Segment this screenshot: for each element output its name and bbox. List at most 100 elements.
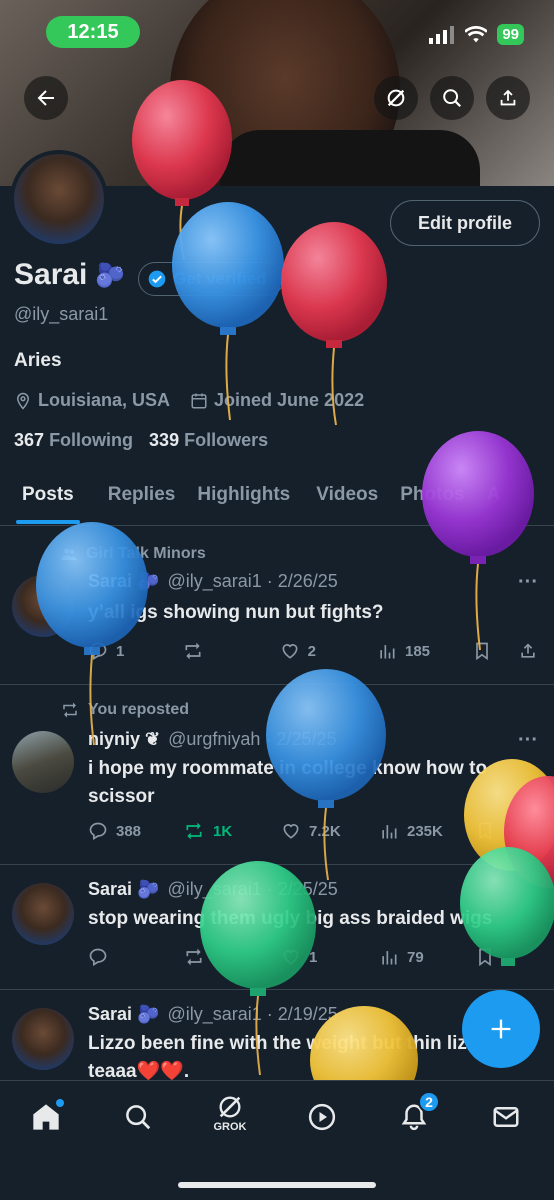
post-handle-date: @ily_sarai1 · 2/25/25 xyxy=(167,879,338,899)
verified-badge-icon xyxy=(148,270,166,288)
avatar[interactable] xyxy=(12,575,74,637)
followers-label: Followers xyxy=(184,430,269,450)
post-header: niyniy ❦ @urgfniyah · 2/25/25 xyxy=(88,729,336,750)
compose-button[interactable] xyxy=(462,990,540,1068)
post-author[interactable]: niyniy ❦ xyxy=(88,729,160,750)
post-context: You reposted xyxy=(60,701,189,719)
repost-button[interactable]: 1K xyxy=(183,821,281,841)
bookmark-icon xyxy=(479,948,491,967)
edit-profile-button[interactable]: Edit profile xyxy=(390,200,540,246)
signal-icon xyxy=(429,25,455,44)
nav-grok[interactable]: GROK xyxy=(210,1093,250,1133)
post-author[interactable]: Sarai 🫐 xyxy=(88,879,159,900)
post-actions: 1 79 xyxy=(88,947,538,967)
post-context-text: Girl Talk Minors xyxy=(86,545,206,562)
tab-photos[interactable]: Photos xyxy=(400,470,464,525)
tab-posts[interactable]: Posts xyxy=(16,470,80,525)
post-item[interactable]: You reposted niyniy ❦ @urgfniyah · 2/25/… xyxy=(0,685,554,865)
location-pin-icon xyxy=(16,392,30,410)
tab-videos[interactable]: Videos xyxy=(316,470,378,525)
like-count: 1 xyxy=(309,948,318,966)
status-icons: 99 xyxy=(429,24,524,45)
profile-joined: Joined June 2022 xyxy=(190,390,364,411)
repost-icon xyxy=(186,822,202,840)
comment-icon xyxy=(89,822,107,840)
bookmark-button[interactable] xyxy=(472,641,518,661)
repost-icon xyxy=(186,948,202,966)
post-context-text: You reposted xyxy=(88,701,190,718)
search-button[interactable] xyxy=(430,76,474,120)
location-text: Louisiana, USA xyxy=(38,390,171,410)
like-button[interactable]: 2 xyxy=(280,641,377,661)
views-button[interactable]: 235K xyxy=(379,821,475,841)
bookmark-icon xyxy=(479,822,491,841)
post-header: Sarai 🫐 @ily_sarai1 · 2/26/25 xyxy=(88,571,338,592)
views-button[interactable]: 185 xyxy=(377,641,472,661)
view-count: 79 xyxy=(407,948,424,966)
profile-location: Louisiana, USA xyxy=(14,390,170,411)
tab-highlights[interactable]: Highlights xyxy=(197,470,290,525)
heart-icon xyxy=(283,824,299,839)
repost-button[interactable] xyxy=(182,641,279,661)
reply-button[interactable]: 388 xyxy=(88,821,183,841)
comment-icon xyxy=(89,948,107,966)
more-options-icon[interactable]: ··· xyxy=(518,571,538,594)
get-verified-label: Get verified xyxy=(173,269,267,288)
grok-button[interactable] xyxy=(374,76,418,120)
share-button[interactable] xyxy=(486,76,530,120)
share-post-button[interactable] xyxy=(518,641,538,661)
back-button[interactable] xyxy=(24,76,68,120)
profile-name: Sarai 🫐 xyxy=(14,258,125,292)
following-count: 367 xyxy=(14,430,45,450)
grok-icon xyxy=(219,1096,241,1118)
like-count: 2 xyxy=(307,642,317,660)
arrow-left-icon xyxy=(37,90,54,106)
post-author[interactable]: Sarai 🫐 xyxy=(88,1004,159,1025)
status-time: 12:15 xyxy=(46,16,140,48)
profile-avatar[interactable] xyxy=(10,150,108,248)
avatar[interactable] xyxy=(12,883,74,945)
bookmark-button[interactable] xyxy=(475,821,521,841)
views-icon xyxy=(380,645,395,659)
post-item[interactable]: Sarai 🫐 @ily_sarai1 · 2/25/25 stop weari… xyxy=(0,865,554,990)
joined-text: Joined June 2022 xyxy=(214,390,365,410)
repost-count: 1K xyxy=(213,822,233,840)
tab-replies[interactable]: Replies xyxy=(108,470,176,525)
avatar[interactable] xyxy=(12,1008,74,1070)
follow-stats: 367 Following 339 Followers xyxy=(14,430,268,451)
followers-link[interactable]: 339 Followers xyxy=(149,430,268,451)
repost-icon xyxy=(63,702,77,718)
nav-search[interactable] xyxy=(118,1097,158,1137)
post-text: y’all igs showing nun but fights? xyxy=(88,602,384,623)
nav-messages[interactable] xyxy=(486,1097,526,1137)
calendar-icon xyxy=(191,393,207,408)
bookmark-button[interactable] xyxy=(475,947,521,967)
reply-button[interactable]: 1 xyxy=(88,641,182,661)
home-indicator xyxy=(178,1182,376,1188)
balloon-blue-1 xyxy=(172,202,284,421)
post-item[interactable]: Girl Talk Minors Sarai 🫐 @ily_sarai1 · 2… xyxy=(0,527,554,685)
post-header: Sarai 🫐 @ily_sarai1 · 2/19/25 xyxy=(88,1004,338,1025)
nav-home[interactable] xyxy=(26,1097,66,1137)
post-author[interactable]: Sarai 🫐 xyxy=(88,571,159,592)
avatar[interactable] xyxy=(12,731,74,793)
views-icon xyxy=(382,825,397,839)
views-icon xyxy=(382,951,397,965)
get-verified-button[interactable]: Get verified xyxy=(138,262,284,296)
nav-notifications[interactable]: 2 xyxy=(394,1091,440,1137)
search-icon xyxy=(126,1105,151,1130)
following-link[interactable]: 367 Following xyxy=(14,430,133,451)
profile-handle: @ily_sarai1 xyxy=(14,304,109,324)
repost-button[interactable] xyxy=(183,947,281,967)
nav-video[interactable] xyxy=(302,1097,342,1137)
more-options-icon[interactable]: ··· xyxy=(518,729,538,752)
bookmark-icon xyxy=(476,642,489,661)
post-handle-date: @ily_sarai1 · 2/26/25 xyxy=(167,571,338,591)
views-button[interactable]: 79 xyxy=(379,947,475,967)
reply-button[interactable] xyxy=(88,947,183,967)
reply-count: 1 xyxy=(116,642,125,660)
tab-articles[interactable]: A xyxy=(487,470,501,525)
like-button[interactable]: 7.2K xyxy=(281,821,379,841)
like-button[interactable]: 1 xyxy=(281,947,379,967)
heart-icon xyxy=(283,950,299,965)
